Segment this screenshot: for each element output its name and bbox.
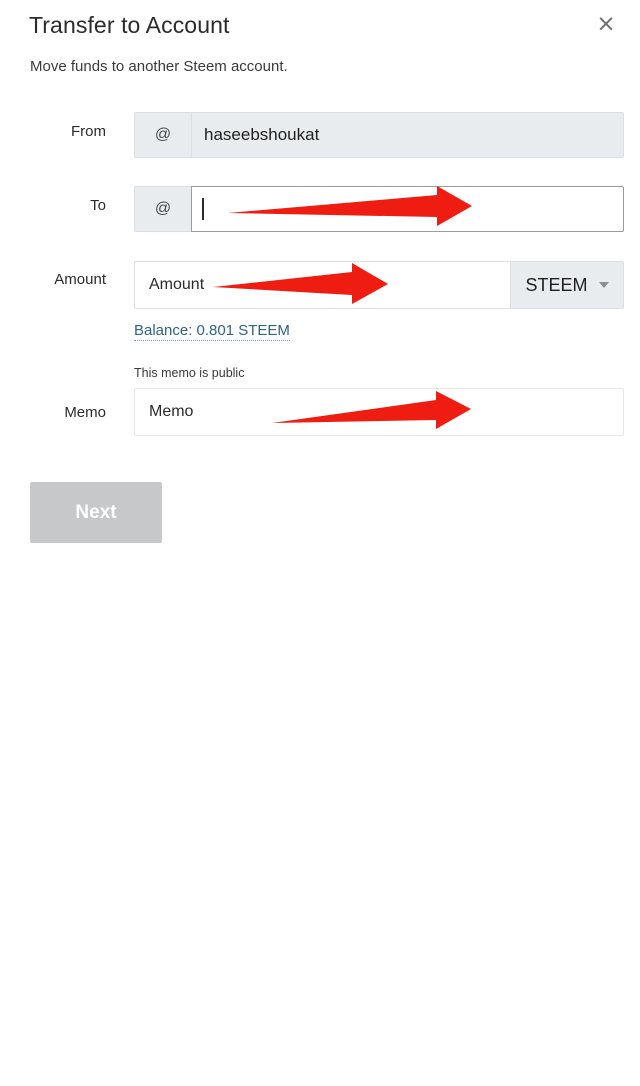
amount-input-placeholder: Amount: [149, 276, 205, 293]
from-field-group: @ haseebshoukat: [134, 112, 624, 158]
memo-hint: This memo is public: [134, 366, 245, 380]
balance-link[interactable]: Balance: 0.801 STEEM: [134, 322, 290, 341]
page-title: Transfer to Account: [29, 12, 230, 38]
to-label: To: [90, 197, 106, 214]
to-input[interactable]: [191, 186, 624, 232]
amount-input[interactable]: Amount: [134, 261, 510, 309]
currency-select-value: STEEM: [525, 274, 588, 295]
from-input-value: haseebshoukat: [204, 125, 320, 144]
from-input: haseebshoukat: [191, 112, 624, 158]
dialog-subtitle: Move funds to another Steem account.: [30, 58, 288, 75]
at-symbol-icon: @: [134, 186, 191, 232]
from-label: From: [71, 123, 106, 140]
text-cursor: [202, 198, 204, 220]
currency-select[interactable]: STEEM: [510, 261, 624, 309]
next-button[interactable]: Next: [30, 482, 162, 543]
transfer-dialog: Transfer to Account Move funds to anothe…: [0, 0, 640, 1086]
chevron-down-icon: [598, 282, 609, 288]
memo-input-placeholder: Memo: [149, 403, 194, 420]
to-field-group: @: [134, 186, 624, 232]
amount-label: Amount: [54, 271, 106, 288]
at-symbol-icon: @: [134, 112, 191, 158]
memo-label: Memo: [64, 404, 106, 421]
memo-input[interactable]: Memo: [134, 388, 624, 436]
annotation-arrow-layer: [213, 186, 472, 429]
close-icon[interactable]: ×: [592, 10, 620, 38]
amount-field-group: Amount STEEM: [134, 261, 624, 309]
